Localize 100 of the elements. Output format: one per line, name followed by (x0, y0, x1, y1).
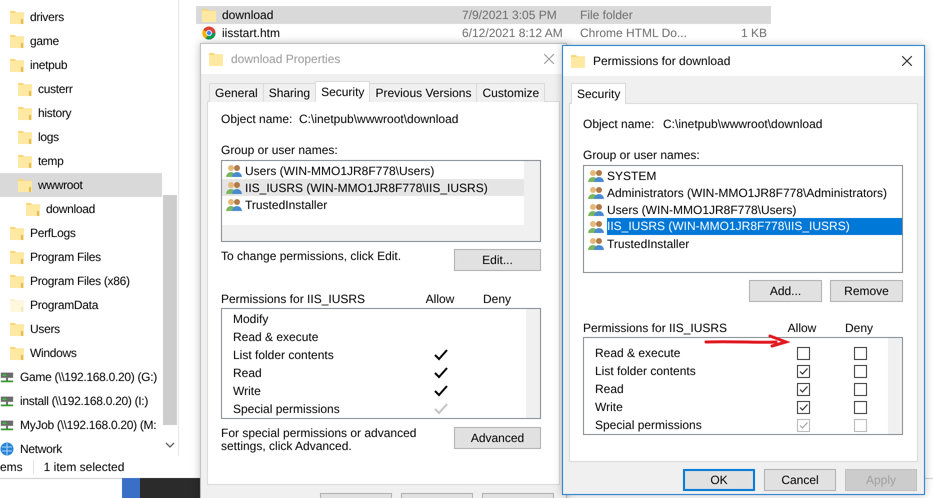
file-type: File folder (580, 8, 633, 22)
advanced-button[interactable]: Advanced (454, 427, 541, 449)
users-icon (588, 236, 604, 250)
tab[interactable]: Previous Versions (369, 83, 478, 102)
allow-header: Allow (786, 321, 818, 335)
remove-button[interactable]: Remove (830, 280, 903, 302)
permission-name: Special permissions (232, 402, 341, 416)
object-name-value: C:\inetpub\wwwroot\download (663, 117, 822, 131)
users-icon (588, 168, 604, 182)
nav-item[interactable]: PerfLogs (0, 221, 162, 245)
users-icon (226, 164, 242, 178)
file-name: iisstart.htm (222, 26, 280, 40)
folder-icon (209, 52, 223, 66)
nav-item[interactable]: download (0, 197, 162, 221)
group-label: Group or user names: (221, 143, 339, 157)
nav-item[interactable]: Program Files (x86) (0, 269, 162, 293)
permission-name: Special permissions (594, 418, 703, 432)
deny-checkbox[interactable] (854, 346, 866, 360)
nav-item[interactable]: custerr (0, 77, 162, 101)
permission-name: List folder contents (232, 348, 335, 362)
permissions-label: Permissions for IIS_IUSRS (583, 321, 728, 335)
nav-item[interactable]: temp (0, 149, 162, 173)
allow-checkbox[interactable] (796, 364, 810, 378)
nav-item[interactable]: inetpub (0, 53, 162, 77)
nav-item[interactable]: Network (0, 437, 162, 456)
close-icon[interactable] (902, 56, 912, 66)
status-selection: 1 item selected (42, 460, 126, 474)
file-type: Chrome HTML Do... (580, 26, 687, 40)
user-item[interactable]: TrustedInstaller (222, 196, 524, 213)
vertical-scrollbar[interactable] (888, 338, 902, 434)
users-icon (588, 186, 604, 200)
folder-icon (571, 54, 585, 68)
object-name-label: Object name: (583, 117, 656, 131)
file-row[interactable]: iisstart.htm 6/12/2021 8:12 AM Chrome HTML Do... 1 KB (196, 24, 771, 42)
nav-item[interactable]: history (0, 101, 162, 125)
file-date: 6/12/2021 8:12 AM (462, 26, 563, 40)
nav-item[interactable]: drivers (0, 5, 162, 29)
tab[interactable]: Security (571, 83, 626, 104)
deny-header: Deny (844, 321, 874, 335)
deny-checkbox[interactable] (854, 364, 866, 378)
nav-item[interactable]: game (0, 29, 162, 53)
permission-name: Read (232, 366, 263, 380)
permission-name: Write (232, 384, 262, 398)
user-item[interactable]: IIS_IUSRS (WIN-MMO1JR8F778\IIS_IUSRS) (222, 179, 524, 196)
allow-checkbox[interactable] (796, 346, 810, 360)
users-icon (226, 198, 242, 212)
dialog-button[interactable]: Cancel (764, 469, 836, 491)
user-item[interactable]: SYSTEM (584, 167, 902, 184)
nav-item[interactable]: wwwroot (0, 173, 162, 197)
nav-item[interactable]: Game (\\192.168.0.20) (G:) (0, 365, 162, 389)
tab[interactable]: General (209, 83, 264, 102)
edit-button[interactable]: Edit... (454, 249, 541, 271)
object-name-value: C:\inetpub\wwwroot\download (299, 112, 458, 126)
nav-item[interactable]: install (\\192.168.0.20) (I:) (0, 389, 162, 413)
tab[interactable]: Customize (476, 83, 546, 102)
nav-item[interactable]: Users (0, 317, 162, 341)
user-item[interactable]: Administrators (WIN-MMO1JR8F778\Administrators) (584, 184, 902, 201)
window-title: Permissions for download (593, 54, 732, 68)
vertical-scrollbar[interactable] (524, 161, 540, 241)
file-row[interactable]: download 7/9/2021 3:05 PM File folder (196, 6, 771, 24)
scrollbar-thumb[interactable] (163, 195, 177, 425)
dialog-button[interactable]: OK (683, 469, 755, 491)
status-item-count: ems (0, 460, 34, 474)
tab[interactable]: Security (315, 81, 370, 102)
object-name-label: Object name: (221, 112, 294, 126)
horizontal-scrollbar[interactable] (222, 225, 524, 241)
nav-item[interactable]: MyJob (\\192.168.0.20) (M: (0, 413, 162, 437)
permission-name: Read (594, 382, 625, 396)
permission-name: List folder contents (594, 364, 697, 378)
window-title: download Properties (231, 52, 342, 66)
permission-name: Write (594, 400, 624, 414)
edit-hint: To change permissions, click Edit. (221, 249, 402, 263)
deny-checkbox[interactable] (854, 382, 866, 396)
users-icon (588, 202, 604, 216)
users-icon (226, 180, 242, 194)
scroll-down-icon[interactable] (165, 442, 175, 448)
deny-checkbox[interactable] (854, 400, 866, 414)
nav-item[interactable]: Program Files (0, 245, 162, 269)
permission-name: Read & execute (232, 330, 320, 344)
nav-item[interactable]: logs (0, 125, 162, 149)
user-item[interactable]: Users (WIN-MMO1JR8F778\Users) (222, 162, 524, 179)
permissions-label: Permissions for IIS_IUSRS (221, 292, 366, 306)
allow-header: Allow (424, 292, 456, 306)
tab[interactable]: Sharing (262, 83, 316, 102)
advanced-hint: For special permissions or advanced settings, click Advanced. (221, 427, 418, 453)
vertical-scrollbar[interactable] (526, 309, 540, 418)
user-item[interactable]: TrustedInstaller (584, 235, 902, 252)
file-date: 7/9/2021 3:05 PM (462, 8, 557, 22)
nav-item[interactable]: Windows (0, 341, 162, 365)
file-size: 1 KB (741, 26, 768, 40)
deny-header: Deny (482, 292, 512, 306)
add-button[interactable]: Add... (749, 280, 822, 302)
user-item[interactable]: Users (WIN-MMO1JR8F778\Users) (584, 201, 902, 218)
nav-item[interactable]: ProgramData (0, 293, 162, 317)
allow-checkbox[interactable] (796, 382, 810, 396)
group-label: Group or user names: (583, 148, 701, 162)
permission-name: Modify (232, 312, 270, 326)
file-name: download (222, 8, 274, 22)
allow-checkbox[interactable] (796, 400, 810, 414)
users-icon (588, 220, 604, 234)
